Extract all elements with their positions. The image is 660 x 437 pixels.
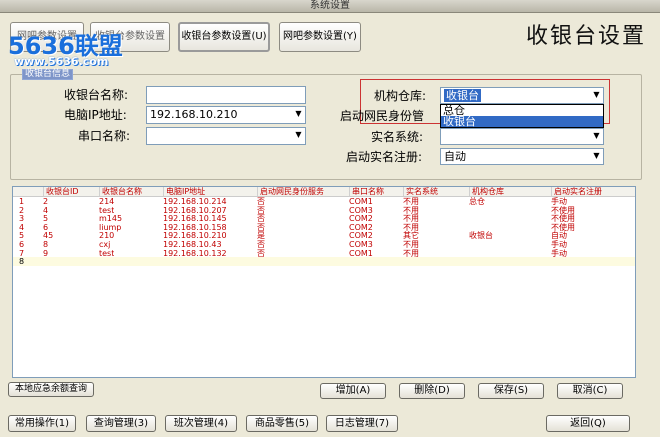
chevron-down-icon[interactable]: ▼ [293,129,304,141]
realname-register-label: 启动实名注册: [346,150,423,164]
pc-ip-value: 192.168.10.210 [150,108,238,121]
warehouse-option[interactable]: 收银台 [441,116,603,127]
tab-cashier-settings-label: 收银台参数设置 [181,31,252,42]
chevron-down-icon[interactable]: ▼ [591,89,602,101]
tab-common-operations[interactable]: 常用操作(1) [8,415,76,432]
chevron-down-icon[interactable]: ▼ [293,108,304,120]
delete-button[interactable]: 删除(D) [399,383,465,399]
tab-netbar-settings-shortcut: (Y) [343,31,357,42]
realname-system-label: 实名系统: [371,130,424,144]
warehouse-select[interactable]: 收银台 ▼ [440,87,604,104]
back-button[interactable]: 返回(Q) [546,415,630,432]
table-row[interactable]: 8 [13,257,635,267]
id-service-label: 启动网民身份管 [340,109,425,123]
warehouse-value: 收银台 [444,89,481,102]
row-number: 8 [19,257,25,267]
add-button[interactable]: 增加(A) [320,383,386,399]
cashier-table[interactable]: 收银台ID 收银台名称 电脑IP地址 启动网民身份服务 串口名称 实名系统 机构… [12,186,636,378]
warehouse-dropdown-list: 总仓 收银台 [440,104,604,128]
tab-netbar-settings[interactable]: 网吧参数设置(Y) [279,22,361,52]
watermark-url: www.5636.com [14,55,109,68]
column-header[interactable]: 启动实名注册 [551,187,602,196]
cancel-button[interactable]: 取消(C) [557,383,623,399]
tab-shift-management[interactable]: 班次管理(4) [165,415,237,432]
port-name-label: 串口名称: [78,129,131,143]
cashier-name-input[interactable] [146,86,306,104]
window-title: 系统设置 [0,0,660,13]
tab-cashier-settings-shortcut: (U) [251,31,267,42]
table-header: 收银台ID 收银台名称 电脑IP地址 启动网民身份服务 串口名称 实名系统 机构… [13,187,635,197]
port-name-select[interactable]: ▼ [146,127,306,145]
cashier-name-label: 收银台名称: [64,88,129,102]
pc-ip-select[interactable]: 192.168.10.210 ▼ [146,106,306,124]
save-button[interactable]: 保存(S) [478,383,544,399]
column-header[interactable]: 实名系统 [403,187,438,196]
local-emergency-balance-query-button[interactable]: 本地应急余额查询 [8,382,94,397]
warehouse-label: 机构仓库: [374,89,427,103]
realname-register-select[interactable]: 自动 ▼ [440,148,604,165]
page-title: 收银台设置 [525,24,646,49]
group-label: 收银台信息 [22,69,74,80]
column-header[interactable]: 启动网民身份服务 [257,187,324,196]
column-header[interactable]: 收银台ID [43,187,79,196]
chevron-down-icon[interactable]: ▼ [591,130,602,142]
column-header[interactable]: 串口名称 [349,187,384,196]
tab-query-management[interactable]: 查询管理(3) [86,415,156,432]
column-header[interactable]: 机构仓库 [469,187,504,196]
column-header[interactable]: 电脑IP地址 [163,187,205,196]
column-header[interactable]: 收银台名称 [99,187,142,196]
tab-log-management[interactable]: 日志管理(7) [326,415,398,432]
tab-retail[interactable]: 商品零售(5) [246,415,318,432]
tab-netbar-settings-label: 网吧参数设置 [283,31,344,42]
realname-register-value: 自动 [444,150,466,163]
tab-cashier-settings[interactable]: 收银台参数设置(U) [178,22,270,52]
pc-ip-label: 电脑IP地址: [64,108,127,122]
realname-system-select[interactable]: ▼ [440,128,604,145]
chevron-down-icon[interactable]: ▼ [591,150,602,162]
